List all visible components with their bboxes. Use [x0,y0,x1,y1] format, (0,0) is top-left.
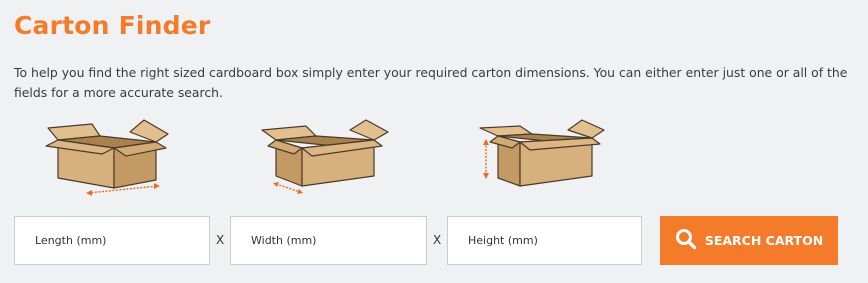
page-title: Carton Finder [14,11,211,40]
search-button-label: SEARCH CARTON [704,233,824,248]
search-icon [675,228,697,253]
length-input[interactable] [14,216,210,265]
box-height-icon [476,118,616,198]
search-carton-button[interactable]: SEARCH CARTON [660,216,838,265]
box-width-icon [258,118,398,198]
intro-text: To help you find the right sized cardboa… [14,65,848,100]
times-separator: X [433,233,442,247]
times-separator: X [216,233,225,247]
box-length-icon [40,118,180,198]
height-input[interactable] [447,216,642,265]
width-input[interactable] [230,216,427,265]
